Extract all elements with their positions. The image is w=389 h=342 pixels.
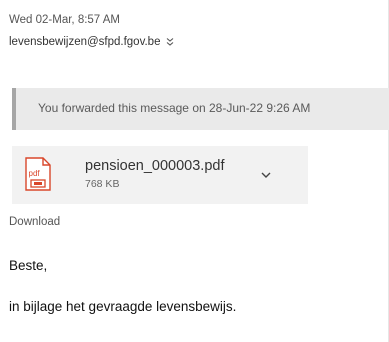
- sender-address[interactable]: levensbewijzen@sfpd.fgov.be: [9, 36, 160, 48]
- pdf-icon-label: pdf: [29, 169, 41, 178]
- forward-notice-text: You forwarded this message on 28-Jun-22 …: [38, 101, 311, 115]
- attachment-name[interactable]: pensioen_000003.pdf: [85, 158, 225, 174]
- email-reading-pane: Wed 02-Mar, 8:57 AM levensbewijzen@sfpd.…: [0, 0, 389, 342]
- download-link[interactable]: Download: [9, 216, 60, 228]
- pdf-file-icon: pdf: [25, 157, 51, 191]
- chevron-double-down-icon[interactable]: [165, 37, 175, 47]
- message-body-line: in bijlage het gevraagde levensbewijs.: [9, 299, 237, 314]
- message-date: Wed 02-Mar, 8:57 AM: [9, 14, 121, 26]
- attachment-size: 768 KB: [85, 178, 120, 190]
- sender-row: levensbewijzen@sfpd.fgov.be: [9, 36, 175, 48]
- message-greeting: Beste,: [9, 258, 48, 273]
- chevron-down-icon[interactable]: [259, 168, 273, 182]
- forward-notice-banner: You forwarded this message on 28-Jun-22 …: [12, 88, 389, 130]
- attachment-card[interactable]: pdf pensioen_000003.pdf 768 KB: [12, 146, 308, 204]
